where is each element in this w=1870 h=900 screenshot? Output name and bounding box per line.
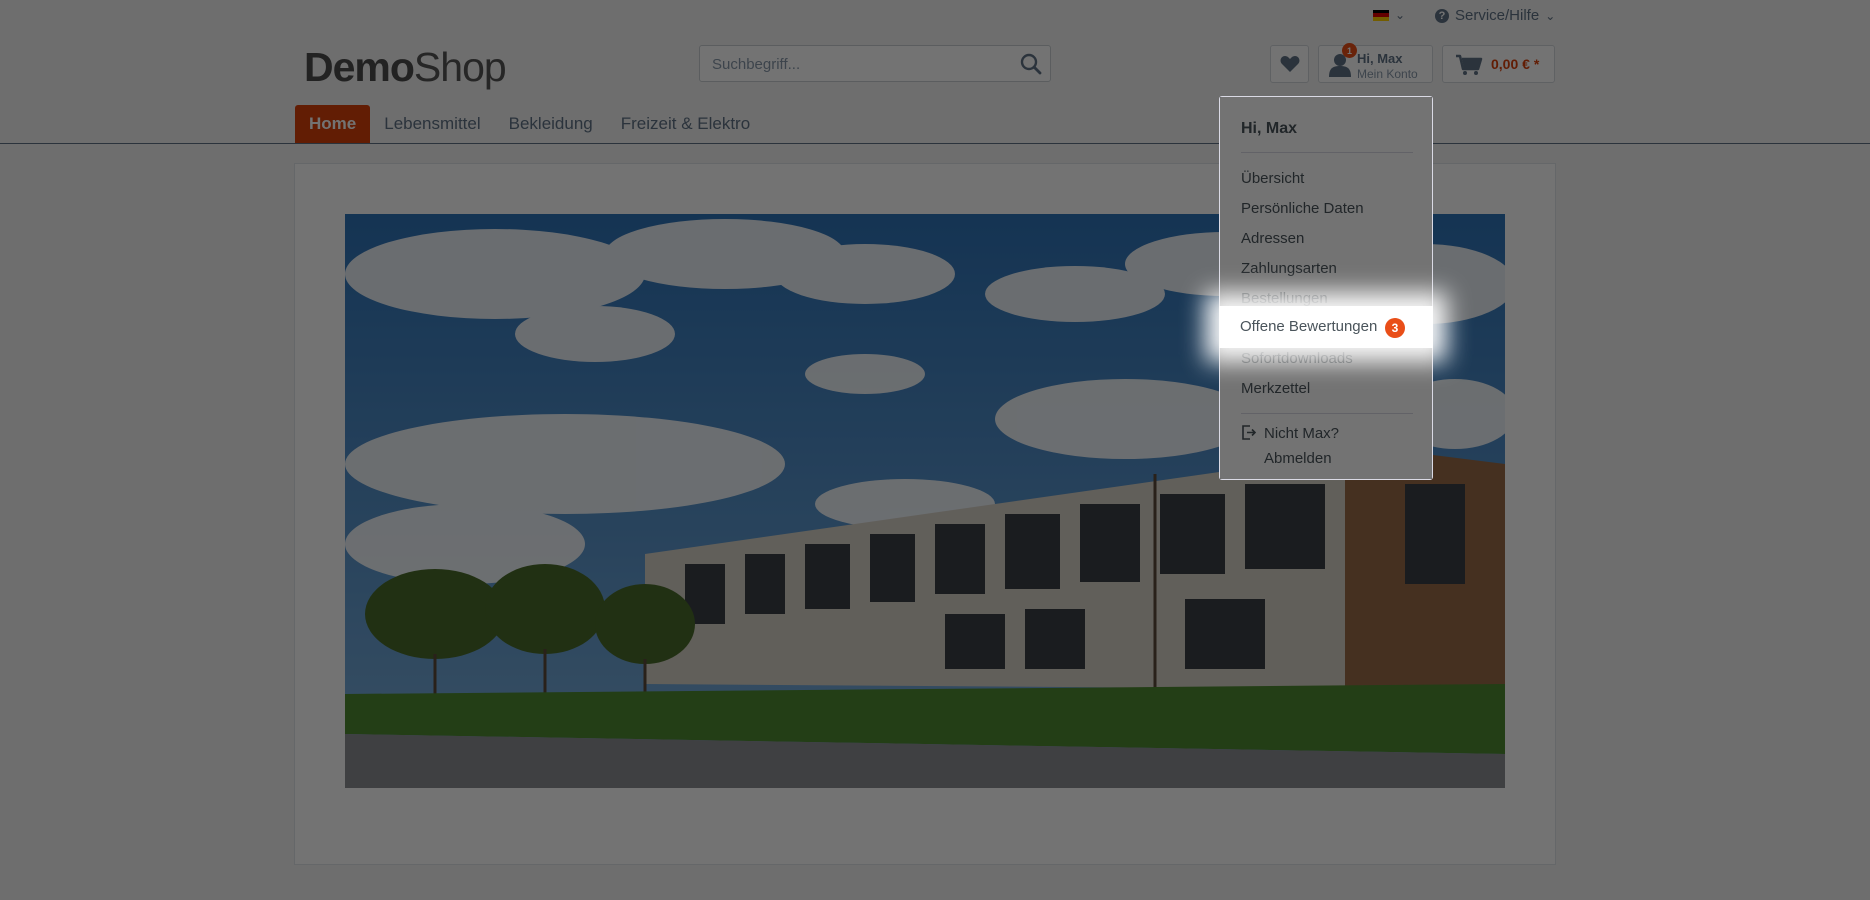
german-flag-icon	[1373, 9, 1389, 21]
menu-item-persoenliche-daten[interactable]: Persönliche Daten	[1241, 200, 1364, 217]
dropdown-divider	[1241, 413, 1413, 414]
search-bar	[699, 45, 1051, 83]
logout-button[interactable]: Abmelden	[1264, 450, 1332, 467]
account-greeting: Hi, Max	[1357, 51, 1403, 66]
logo-light-text: Shop	[413, 44, 507, 90]
highlighted-menu-item: Offene Bewertungen 3	[1219, 306, 1433, 348]
menu-item-bestellungen[interactable]: Bestellungen	[1241, 290, 1328, 307]
nav-item-home[interactable]: Home	[295, 105, 371, 143]
top-bar: ⌄ ? Service/Hilfe ⌄	[0, 0, 1870, 32]
heart-icon	[1280, 56, 1299, 72]
menu-item-zahlungsarten[interactable]: Zahlungsarten	[1241, 260, 1337, 277]
cart-amount: 0,00 € *	[1491, 56, 1540, 72]
notification-badge: 1	[1342, 43, 1357, 58]
account-label: Mein Konto	[1357, 67, 1418, 81]
menu-item-adressen[interactable]: Adressen	[1241, 230, 1304, 247]
menu-item-sofortdownloads[interactable]: Sofortdownloads	[1241, 350, 1353, 367]
open-reviews-badge: 3	[1385, 318, 1405, 338]
service-label: Service/Hilfe	[1455, 7, 1540, 24]
menu-item-uebersicht[interactable]: Übersicht	[1241, 170, 1304, 187]
nav-item-freizeit-elektro[interactable]: Freizeit & Elektro	[607, 105, 764, 143]
dropdown-greeting: Hi, Max	[1241, 120, 1298, 137]
main-navigation: Home Lebensmittel Bekleidung Freizeit & …	[295, 105, 764, 143]
search-input[interactable]	[710, 46, 1014, 83]
menu-item-offene-bewertungen[interactable]: Offene Bewertungen	[1240, 318, 1377, 335]
logo-bold-text: Demo	[304, 44, 415, 90]
nav-item-lebensmittel[interactable]: Lebensmittel	[370, 105, 494, 143]
nav-divider	[0, 143, 1870, 144]
dropdown-divider	[1241, 152, 1413, 153]
account-button[interactable]: 1 Hi, Max Mein Konto	[1318, 43, 1433, 83]
chevron-down-icon: ⌄	[1545, 8, 1556, 23]
logout-line-1[interactable]: Nicht Max?	[1264, 425, 1339, 442]
chevron-down-icon: ⌄	[1395, 8, 1406, 22]
wishlist-button[interactable]	[1270, 45, 1309, 83]
language-switcher[interactable]: ⌄	[1373, 8, 1405, 22]
search-icon[interactable]	[1020, 53, 1042, 75]
cart-button[interactable]: 0,00 € *	[1442, 45, 1555, 83]
question-icon: ?	[1435, 8, 1449, 23]
service-menu[interactable]: ? Service/Hilfe ⌄	[1435, 7, 1555, 24]
nav-item-bekleidung[interactable]: Bekleidung	[495, 105, 607, 143]
logout-icon	[1242, 425, 1256, 440]
menu-item-merkzettel[interactable]: Merkzettel	[1241, 380, 1310, 397]
account-dropdown: Hi, Max Übersicht Persönliche Daten Adre…	[1219, 96, 1433, 480]
shop-logo[interactable]: DemoShop	[304, 44, 507, 90]
cart-icon	[1456, 54, 1483, 75]
dropdown-dim-overlay	[1220, 97, 1432, 479]
